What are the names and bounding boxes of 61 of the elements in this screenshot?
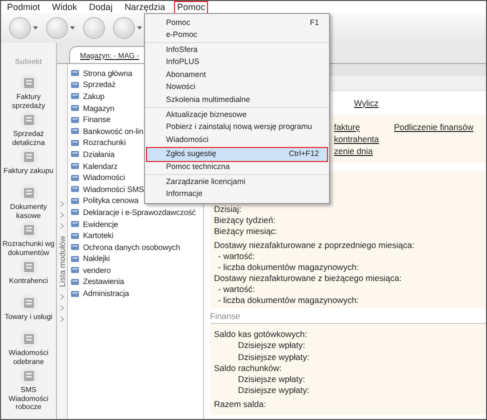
- calculate-link[interactable]: Wylicz: [354, 98, 378, 108]
- document-icon: [18, 73, 38, 93]
- summary-label: Dostawy niezafakturowane z bieżącego miesiąca:: [214, 273, 403, 284]
- card-icon: [70, 114, 80, 125]
- finance-label: Dzisiejsze wypłaty:: [237, 352, 310, 363]
- card-icon: [70, 103, 80, 114]
- card-icon: [70, 254, 80, 264]
- summary-label: Dzisiaj:: [214, 204, 242, 215]
- card-icon: [70, 288, 80, 299]
- card-icon: [70, 172, 80, 183]
- link[interactable]: Podliczenie finansów: [394, 120, 474, 132]
- finance-label: Dzisiejsze wpłaty:: [237, 374, 306, 385]
- document-icon: [18, 366, 38, 386]
- card-icon: [70, 80, 80, 90]
- menu-item[interactable]: Dodaj: [87, 2, 115, 12]
- strip-label: Lista modułów: [58, 236, 66, 287]
- card-icon: [70, 149, 80, 160]
- card-icon: [70, 196, 80, 206]
- document-icon: [18, 293, 38, 313]
- card-icon: [70, 161, 80, 172]
- document-icon: [18, 220, 38, 240]
- summary-label: Bieżący tydzień:: [214, 214, 276, 226]
- finance-label: Dzisiejsze wypłaty:: [237, 384, 310, 396]
- menu-item[interactable]: Pomoc: [175, 2, 208, 12]
- summary-label: - wartość:: [217, 284, 256, 296]
- card-icon: [70, 276, 80, 287]
- card-icon: [70, 207, 80, 218]
- card-icon: [70, 265, 80, 276]
- module-list-strip[interactable]: Lista modułów: [57, 64, 68, 419]
- finance-label: Razem salda:: [214, 398, 267, 410]
- caret-icon[interactable]: [137, 26, 142, 30]
- link[interactable]: fakturę: [334, 120, 360, 132]
- menu-item[interactable]: Widok: [50, 2, 80, 12]
- link[interactable]: kontrahenta: [334, 132, 379, 144]
- link[interactable]: zenie dnia: [334, 144, 373, 156]
- finance-label: Saldo kas gotówkowych:: [214, 329, 308, 340]
- card-icon: [70, 91, 80, 102]
- finance-label: Dzisiejsze wpłaty:: [237, 340, 306, 352]
- menu-item[interactable]: Podmiot: [5, 2, 42, 12]
- summary-label: - liczba dokumentów magazynowych:: [217, 295, 360, 306]
- menu-item[interactable]: Narzędzia: [122, 2, 168, 12]
- card-icon: [70, 126, 80, 136]
- summary-label: Dostawy niezafakturowane z poprzedniego miesiąca:: [214, 240, 416, 251]
- summary-label: - wartość:: [217, 250, 256, 262]
- document-icon: [18, 183, 38, 203]
- document-icon: [18, 329, 38, 349]
- caret-icon[interactable]: [70, 26, 75, 30]
- card-icon: [70, 242, 80, 252]
- card-icon: [70, 68, 80, 78]
- summary-label: - liczba dokumentów magazynowych:: [217, 262, 360, 274]
- document-icon: [18, 147, 38, 167]
- card-icon: [70, 138, 80, 148]
- caret-icon[interactable]: [33, 26, 38, 30]
- finance-label: Saldo rachunków:: [214, 362, 283, 374]
- card-icon: [70, 184, 80, 194]
- card-icon: [70, 219, 80, 230]
- card-icon: [70, 230, 80, 241]
- document-icon: [18, 110, 38, 130]
- document-icon: [18, 257, 38, 277]
- toolbar-button[interactable]: [83, 17, 105, 39]
- summary-label: Bieżący miesiąc:: [214, 226, 278, 237]
